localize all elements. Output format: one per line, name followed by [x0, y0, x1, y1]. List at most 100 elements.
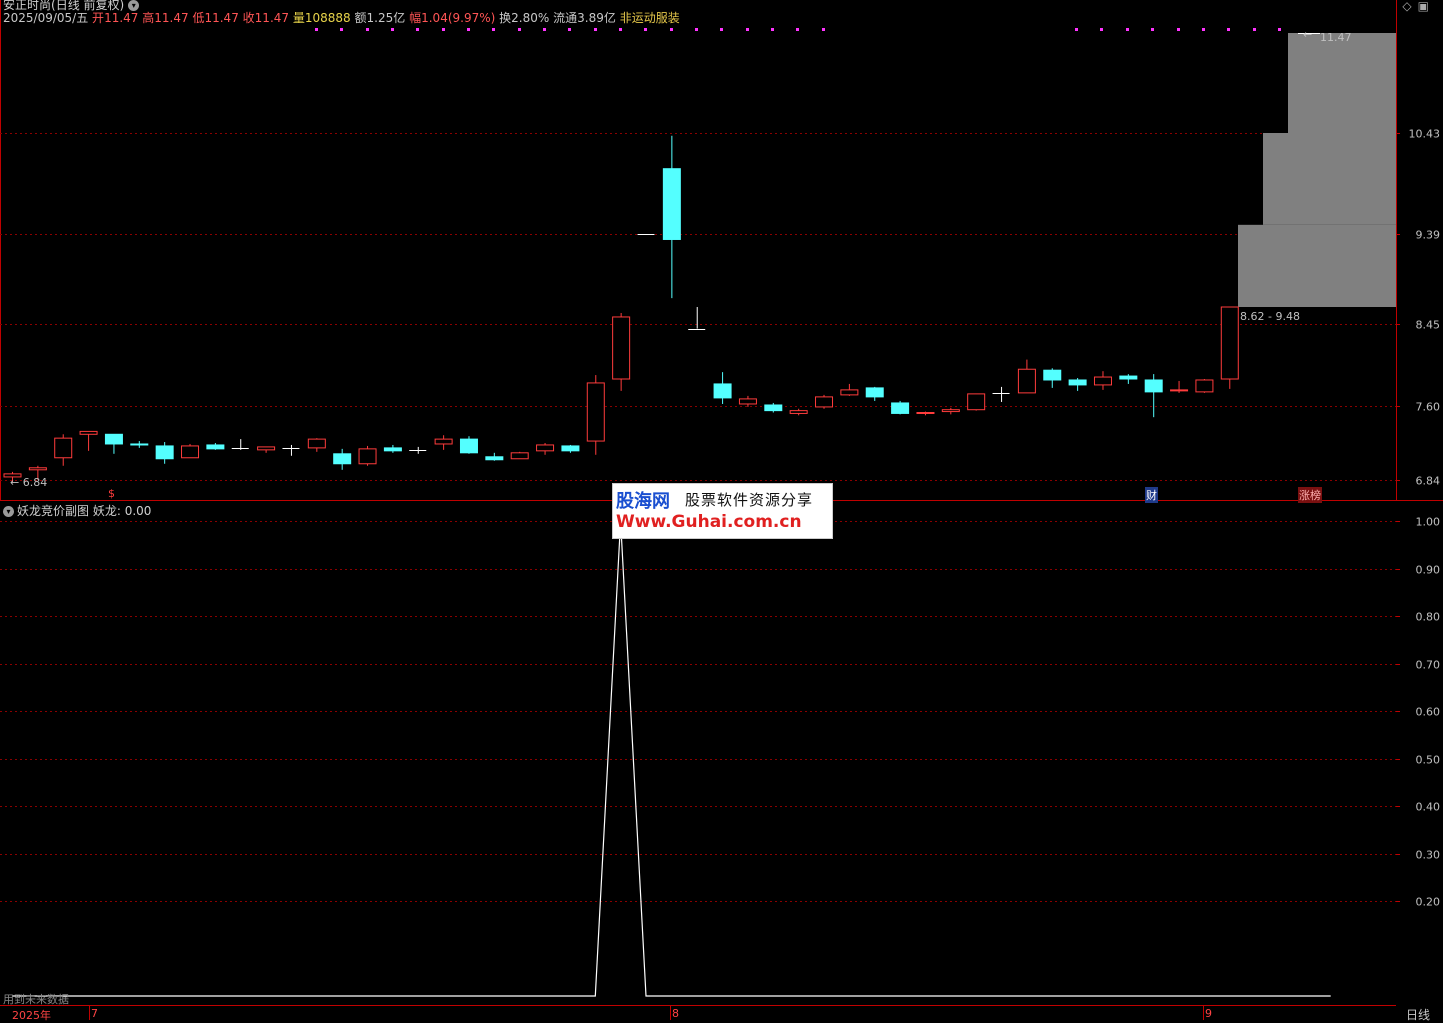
sub-indicator-chart[interactable]: 1.00 0.90 0.80 0.70 0.60 0.50 0.40 0.30 0.20 [0, 501, 1443, 1006]
candle-body [358, 448, 377, 465]
candle-body [612, 316, 631, 380]
price-tick-label: 8.45 [1416, 319, 1441, 332]
event-dot [543, 28, 546, 31]
event-dot [720, 28, 723, 31]
event-dot [1151, 28, 1154, 31]
candle-body [1119, 375, 1138, 380]
event-dot [619, 28, 622, 31]
event-dot [1177, 28, 1180, 31]
sub-tick-label: 0.90 [1416, 564, 1441, 577]
sub-tick-label: 0.20 [1416, 896, 1441, 909]
event-dot [1126, 28, 1129, 31]
candle-body [485, 456, 504, 461]
event-dot [340, 28, 343, 31]
watermark-brand: 股海网 [616, 491, 670, 512]
candlesticks [3, 135, 1239, 483]
event-dot [822, 28, 825, 31]
indicator-line [12, 520, 1331, 997]
sub-tick-label: 0.80 [1416, 611, 1441, 624]
candle-body [1093, 376, 1112, 386]
candle-body [434, 438, 453, 445]
candle-body [510, 452, 529, 460]
candle-body [333, 453, 352, 465]
max-marker-label: 11.47 [1320, 31, 1352, 44]
candle-body [79, 430, 98, 435]
candle-body [130, 443, 149, 446]
candle-body [206, 444, 225, 450]
main-kline-chart[interactable]: 10.43 - 11.479.48 - 10.438.62 - 9.48 10.… [0, 0, 1443, 501]
price-tick-label: 10.43 [1409, 128, 1441, 141]
main-price-axis: 10.43 9.39 8.45 7.60 6.84 [1396, 128, 1440, 488]
candle-body [28, 467, 47, 471]
candle-body [307, 438, 326, 449]
event-dot [746, 28, 749, 31]
candle-body [865, 387, 884, 398]
watermark-slogan: 股票软件资源分享 [685, 491, 814, 509]
candle-body [1017, 368, 1036, 394]
sub-tick-label: 0.60 [1416, 706, 1441, 719]
event-dot [416, 28, 419, 31]
candle-body [1043, 369, 1062, 381]
price-tick-label: 6.84 [1416, 475, 1441, 488]
volume-profile-bar [1263, 133, 1396, 225]
candle-body [1195, 379, 1214, 393]
candle-body [815, 396, 834, 408]
event-dot [1202, 28, 1205, 31]
event-dot [644, 28, 647, 31]
candle-body [536, 444, 555, 452]
main-markers: 11.47 ← ← 6.84 [10, 28, 1352, 489]
event-dot [1253, 28, 1256, 31]
candle-body [1220, 306, 1239, 380]
event-dot [695, 28, 698, 31]
main-grid [0, 0, 1443, 501]
event-dot [771, 28, 774, 31]
sub-tick-label: 0.70 [1416, 659, 1441, 672]
candle-body [662, 168, 681, 240]
candle-body [1068, 379, 1087, 386]
event-dot [594, 28, 597, 31]
month-label-8: 8 [672, 1007, 679, 1020]
price-tick-label: 9.39 [1416, 229, 1441, 242]
candle-body [54, 437, 73, 459]
event-dot [518, 28, 521, 31]
sub-value-axis: 1.00 0.90 0.80 0.70 0.60 0.50 0.40 0.30 0.20 [1396, 516, 1440, 909]
volume-profile: 10.43 - 11.479.48 - 10.438.62 - 9.48 [1238, 33, 1396, 323]
candle-body [257, 446, 276, 451]
candle-body [104, 433, 123, 445]
date-axis [0, 1005, 1396, 1020]
sub-grid [0, 521, 1396, 902]
price-tick-label: 7.60 [1416, 401, 1441, 414]
candle-body [967, 393, 986, 411]
candle-body [181, 445, 200, 459]
volume-profile-bar [1238, 224, 1396, 308]
volume-profile-bar [1288, 33, 1396, 133]
event-dots [315, 28, 1281, 31]
volume-profile-label: 8.62 - 9.48 [1240, 310, 1300, 323]
event-dot [1075, 28, 1078, 31]
period-selector[interactable]: 日线 [1406, 1006, 1430, 1023]
candle-body [891, 402, 910, 414]
event-dot [442, 28, 445, 31]
event-dot [391, 28, 394, 31]
year-label: 2025年 [12, 1009, 51, 1022]
candle-body [1170, 389, 1189, 392]
candle-body [764, 404, 783, 412]
event-dot [796, 28, 799, 31]
event-dot [1100, 28, 1103, 31]
min-marker-label: ← 6.84 [10, 476, 47, 489]
max-marker-arrow: ← [1303, 28, 1312, 41]
event-dot [366, 28, 369, 31]
event-dot [492, 28, 495, 31]
candle-body [459, 438, 478, 454]
watermark-url: Www.Guhai.com.cn [616, 512, 802, 532]
event-dot [670, 28, 673, 31]
dollar-badge[interactable]: $ [108, 487, 115, 500]
sub-tick-label: 1.00 [1416, 516, 1441, 529]
sub-tick-label: 0.40 [1416, 801, 1441, 814]
candle-body [713, 383, 732, 399]
indicator-polyline [12, 520, 1331, 997]
candle-body [1144, 379, 1163, 393]
month-label-9: 9 [1205, 1007, 1212, 1020]
event-dot [568, 28, 571, 31]
sub-tick-label: 0.30 [1416, 849, 1441, 862]
